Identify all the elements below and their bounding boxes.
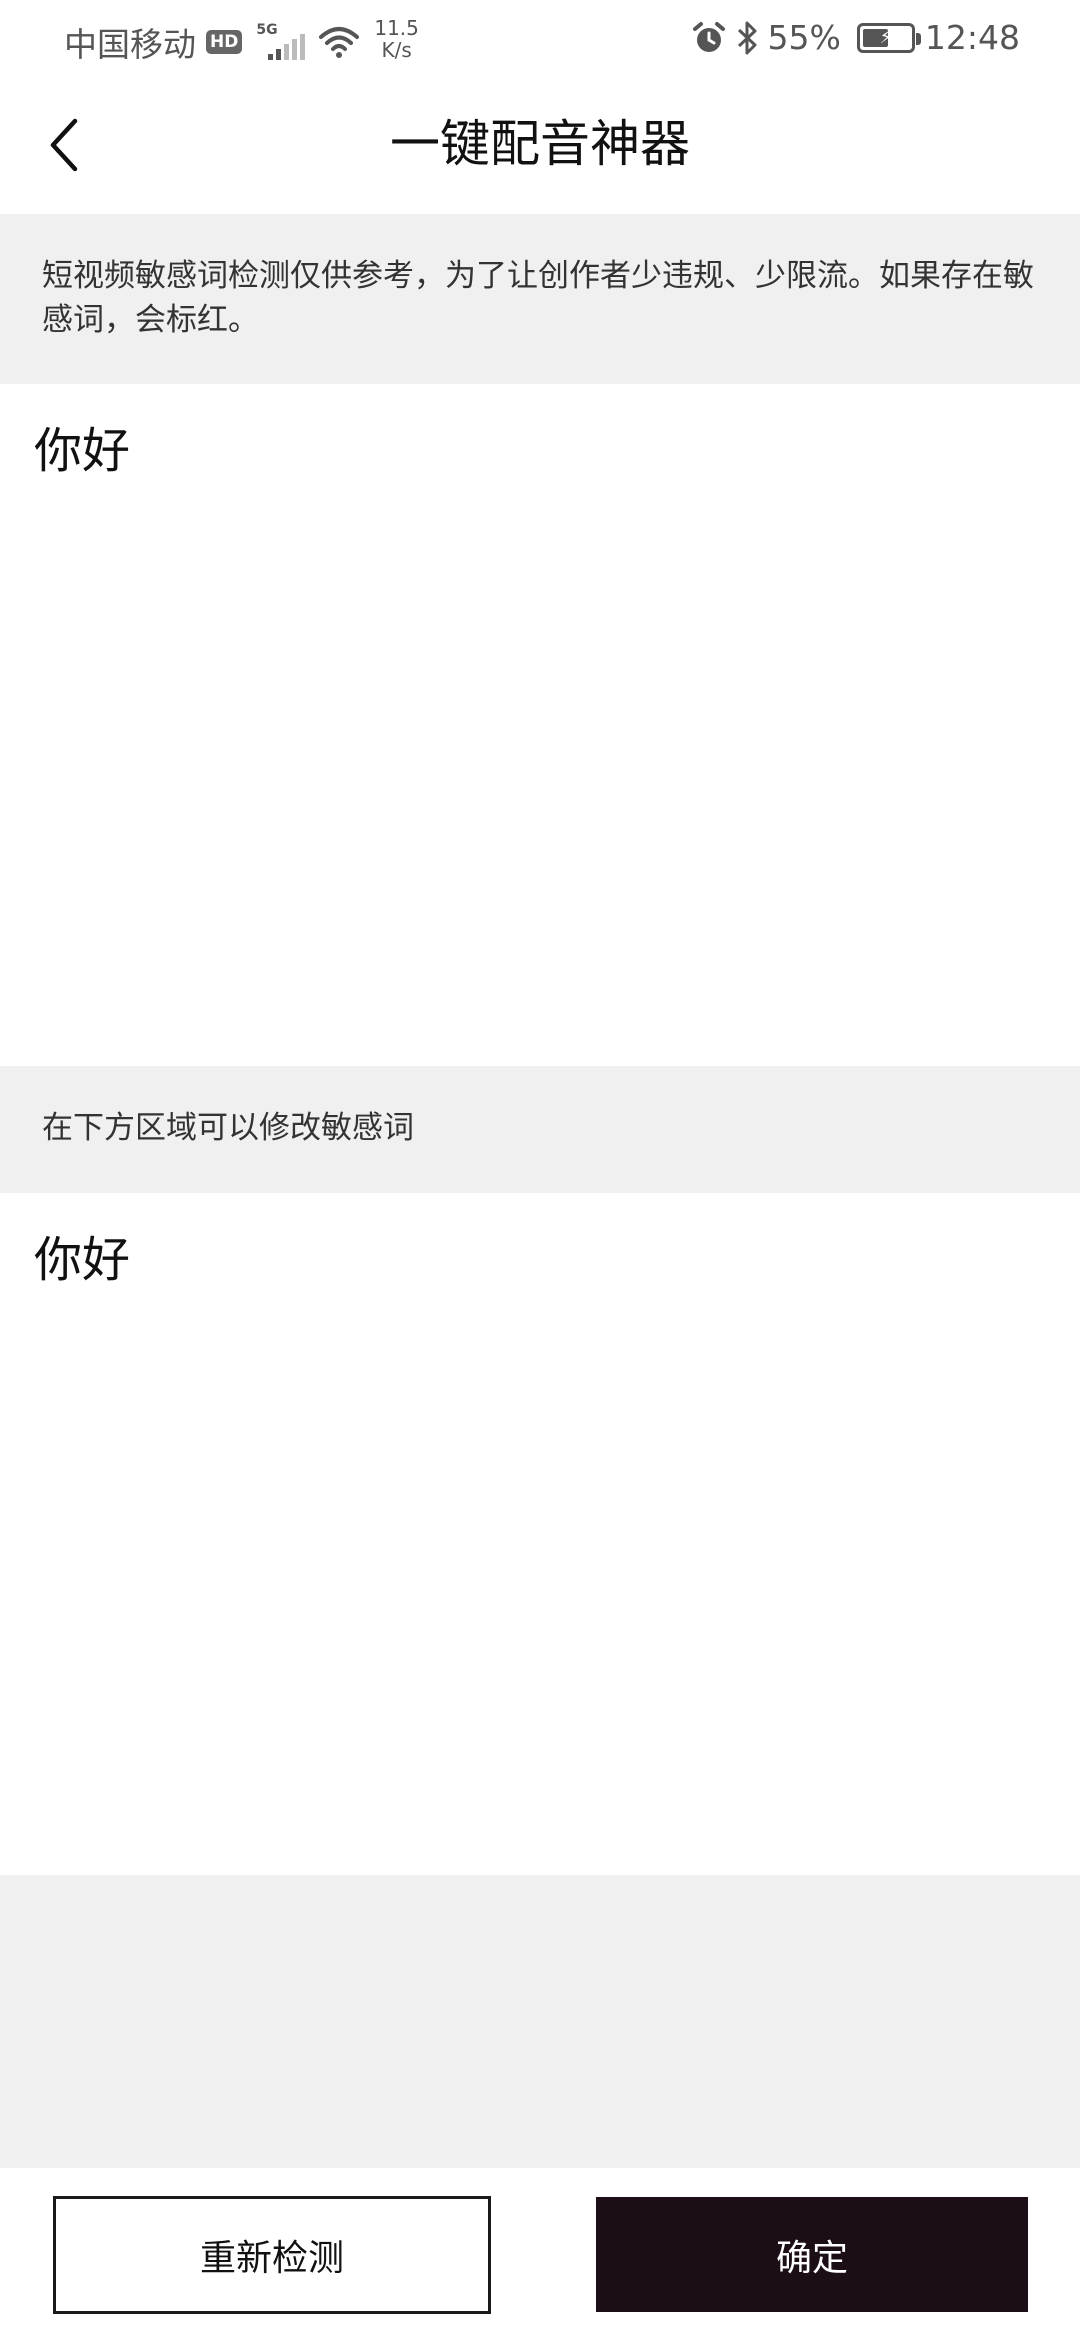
wifi-icon: [319, 27, 360, 58]
detection-result: 你好: [0, 384, 1080, 1066]
edit-hint-text: 在下方区域可以修改敏感词: [42, 1110, 414, 1146]
edit-hint-panel: 在下方区域可以修改敏感词: [0, 1066, 1080, 1193]
status-right: 55% ⚡ 12:48: [692, 18, 1020, 57]
notice-panel: 短视频敏感词检测仅供参考，为了让创作者少违规、少限流。如果存在敏感词，会标红。: [0, 214, 1080, 384]
battery-icon: ⚡: [856, 22, 921, 53]
bottom-action-bar: 重新检测 确定: [0, 2168, 1080, 2340]
battery-tip: [915, 32, 921, 45]
net-speed-value: 11.5: [374, 16, 419, 40]
hd-badge: HD: [206, 30, 243, 54]
carrier-name: 中国移动: [64, 25, 196, 64]
signal-icon: 5G: [256, 22, 308, 62]
page-title: 一键配音神器: [390, 115, 690, 173]
status-bar: 中国移动 HD 5G 11.5 K/s 55% ⚡ 12:48: [0, 0, 1080, 80]
charging-bolt-icon: ⚡: [879, 26, 893, 48]
spacer-panel: [0, 1875, 1080, 2168]
recheck-button[interactable]: 重新检测: [53, 2196, 491, 2314]
battery-percent: 55%: [767, 18, 841, 57]
text-editor[interactable]: [0, 1193, 1080, 1875]
net-speed-unit: K/s: [381, 38, 412, 62]
app-header: 一键配音神器: [0, 80, 1080, 214]
clock: 12:48: [924, 18, 1020, 57]
notice-text: 短视频敏感词检测仅供参考，为了让创作者少违规、少限流。如果存在敏感词，会标红。: [42, 258, 1034, 338]
confirm-button[interactable]: 确定: [596, 2197, 1028, 2312]
alarm-icon: [692, 21, 725, 52]
status-left: 中国移动 HD 5G 11.5 K/s: [64, 17, 419, 66]
result-text: 你好: [34, 423, 131, 479]
net-speed: 11.5 K/s: [374, 17, 419, 61]
bluetooth-icon: [737, 21, 757, 54]
